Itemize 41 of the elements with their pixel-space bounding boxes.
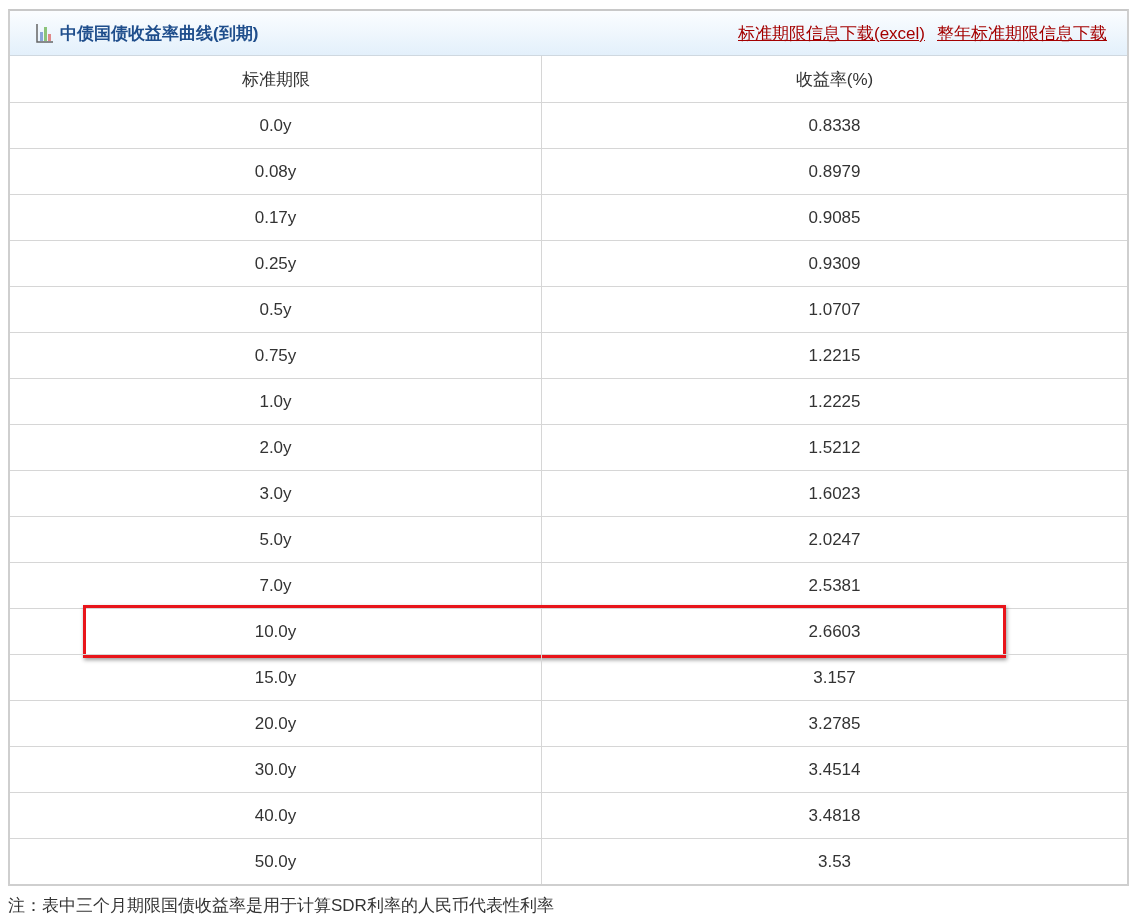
table-cell-text: 0.17y (253, 206, 298, 229)
table-cell-text: 15.0y (253, 666, 298, 689)
table-cell: 0.8338 (541, 103, 1127, 148)
table-cell-text: 20.0y (253, 712, 298, 735)
table-cell: 3.53 (541, 839, 1127, 884)
table-cell: 3.157 (541, 655, 1127, 700)
table-cell: 2.6603 (541, 609, 1127, 654)
download-link[interactable]: 标准期限信息下载(excel) (738, 21, 925, 45)
footnote: 注：表中三个月期限国债收益率是用于计算SDR利率的人民币代表性利率 (8, 895, 555, 917)
table-cell: 0.9085 (541, 195, 1127, 240)
table-cell-text: 7.0y (258, 574, 293, 597)
column-header: 收益率(%) (541, 56, 1127, 102)
table-cell-text: 10.0y (253, 620, 298, 643)
table-cell: 1.2225 (541, 379, 1127, 424)
table-cell: 3.4514 (541, 747, 1127, 792)
table-cell-text: 0.5y (258, 298, 293, 321)
table-cell-text: 0.08y (253, 160, 298, 183)
table-cell: 1.0707 (541, 287, 1127, 332)
download-link[interactable]: 整年标准期限信息下载 (937, 21, 1107, 45)
table-cell-text: 0.0y (258, 114, 293, 137)
table-cell-text: 40.0y (253, 804, 298, 827)
column-header: 标准期限 (240, 68, 311, 91)
table-cell-text: 50.0y (253, 850, 298, 873)
table-cell: 2.5381 (541, 563, 1127, 608)
table-cell-text: 0.25y (253, 252, 298, 275)
table-cell-text: 2.0y (258, 436, 293, 459)
table-cell-text: 5.0y (258, 528, 293, 551)
table-cell: 3.4818 (541, 793, 1127, 838)
table-cell: 1.5212 (541, 425, 1127, 470)
table-cell: 0.9309 (541, 241, 1127, 286)
table-cell-text: 30.0y (253, 758, 298, 781)
table-cell: 2.0247 (541, 517, 1127, 562)
bar-chart-icon (36, 23, 54, 43)
table-cell-text: 1.0y (258, 390, 293, 413)
panel-title: 中债国债收益率曲线(到期) (60, 22, 259, 45)
table-cell-text: 3.0y (258, 482, 293, 505)
table-cell: 1.6023 (541, 471, 1127, 516)
table-cell: 3.2785 (541, 701, 1127, 746)
table-cell: 1.2215 (541, 333, 1127, 378)
table-cell: 0.8979 (541, 149, 1127, 194)
table-cell-text: 0.75y (253, 344, 298, 367)
